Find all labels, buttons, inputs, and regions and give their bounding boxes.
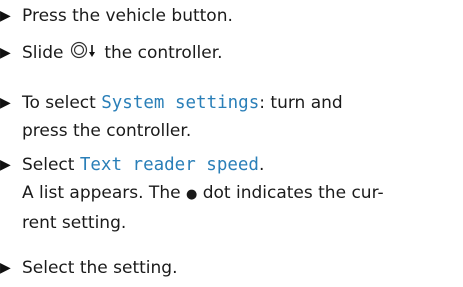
triangle-right-icon: ▶ <box>0 8 11 24</box>
ui-term-text-reader-speed: Text reader speed <box>79 155 259 175</box>
triangle-right-icon: ▶ <box>0 95 11 111</box>
step-3-text-after: : turn and <box>259 93 343 113</box>
step-3-text-before: To select <box>22 93 96 113</box>
step-4-line-3: rent setting. <box>22 213 127 233</box>
step-4-text-before: Select <box>22 155 75 175</box>
step-5-text: Select the setting. <box>22 258 178 278</box>
triangle-right-icon: ▶ <box>0 157 11 173</box>
step-2-text-before: Slide <box>22 43 64 63</box>
step-2-text-after: the controller. <box>104 43 223 63</box>
step-4-text-after: . <box>258 155 265 175</box>
step-4-line-2-after: dot indicates the cur- <box>202 183 384 203</box>
step-3-line-2: press the controller. <box>22 121 192 141</box>
controller-slide-down-icon <box>70 41 95 59</box>
ui-term-system-settings: System settings <box>101 93 260 113</box>
filled-dot-icon: ● <box>185 187 198 202</box>
step-4-line-2-before: A list appears. The <box>22 183 181 203</box>
step-1-text: Press the vehicle button. <box>22 6 233 26</box>
triangle-right-icon: ▶ <box>0 45 11 61</box>
triangle-right-icon: ▶ <box>0 260 11 276</box>
